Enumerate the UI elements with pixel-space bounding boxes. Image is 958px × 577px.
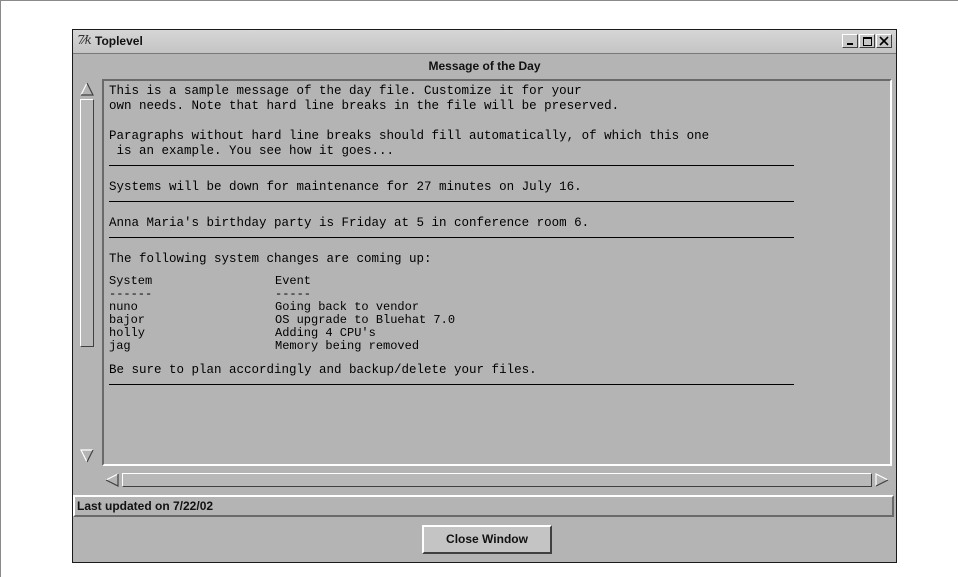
page-border-top <box>0 0 958 1</box>
window-title: Toplevel <box>95 34 143 48</box>
toplevel-window: 7⁄k Toplevel Message of the Day This is … <box>72 29 897 563</box>
text-line: This is a sample message of the day file… <box>109 84 582 98</box>
vertical-scroll-thumb[interactable] <box>80 99 94 347</box>
horizontal-rule <box>109 384 794 385</box>
scroll-down-arrow-icon[interactable] <box>79 448 95 464</box>
table-row: nuno Going back to vendor <box>109 301 890 314</box>
tk-feather-icon[interactable]: 7⁄k <box>77 33 92 47</box>
table-header-row: System Event <box>109 275 890 288</box>
message-heading: Message of the Day <box>428 59 541 73</box>
table-row: jag Memory being removed <box>109 339 890 353</box>
page-border-left <box>0 0 1 577</box>
table-row: bajor OS upgrade to Bluehat 7.0 <box>109 314 890 327</box>
maintenance-notice: Systems will be down for maintenance for… <box>109 180 582 194</box>
title-bar[interactable]: 7⁄k Toplevel <box>73 30 896 54</box>
table-underline-row: ------ ----- <box>109 288 890 301</box>
status-field: Last updated on 7/22/02 <box>73 495 894 517</box>
close-icon[interactable] <box>876 34 892 48</box>
scroll-right-arrow-icon[interactable] <box>874 472 890 488</box>
birthday-notice: Anna Maria's birthday party is Friday at… <box>109 216 590 230</box>
table-cell-system: jag <box>109 339 131 353</box>
horizontal-scroll-thumb[interactable] <box>122 473 872 487</box>
horizontal-scrollbar[interactable] <box>104 472 890 488</box>
table-cell-event: Memory being removed <box>275 339 420 353</box>
close-window-button[interactable]: Close Window <box>422 525 552 554</box>
text-line: own needs. Note that hard line breaks in… <box>109 99 620 113</box>
closing-line: Be sure to plan accordingly and backup/d… <box>109 363 537 377</box>
maximize-button[interactable] <box>859 34 875 48</box>
horizontal-rule <box>109 201 794 202</box>
minimize-button[interactable] <box>842 34 858 48</box>
scroll-up-arrow-icon[interactable] <box>79 81 95 97</box>
window-controls <box>842 34 892 48</box>
message-text-area[interactable]: This is a sample message of the day file… <box>102 79 892 466</box>
table-cell-system: holly <box>109 326 146 340</box>
changes-intro: The following system changes are coming … <box>109 252 432 266</box>
vertical-scrollbar[interactable] <box>79 81 95 464</box>
horizontal-rule <box>109 165 794 166</box>
table-row: holly Adding 4 CPU's <box>109 326 890 340</box>
message-text: This is a sample message of the day file… <box>109 84 890 399</box>
page: 7⁄k Toplevel Message of the Day This is … <box>0 0 958 577</box>
scroll-left-arrow-icon[interactable] <box>104 472 120 488</box>
status-text: Last updated on 7/22/02 <box>77 499 214 513</box>
horizontal-rule <box>109 237 794 238</box>
heading-bar: Message of the Day <box>73 54 896 78</box>
text-line: Paragraphs without hard line breaks shou… <box>109 129 710 143</box>
text-line: is an example. You see how it goes... <box>109 144 395 158</box>
